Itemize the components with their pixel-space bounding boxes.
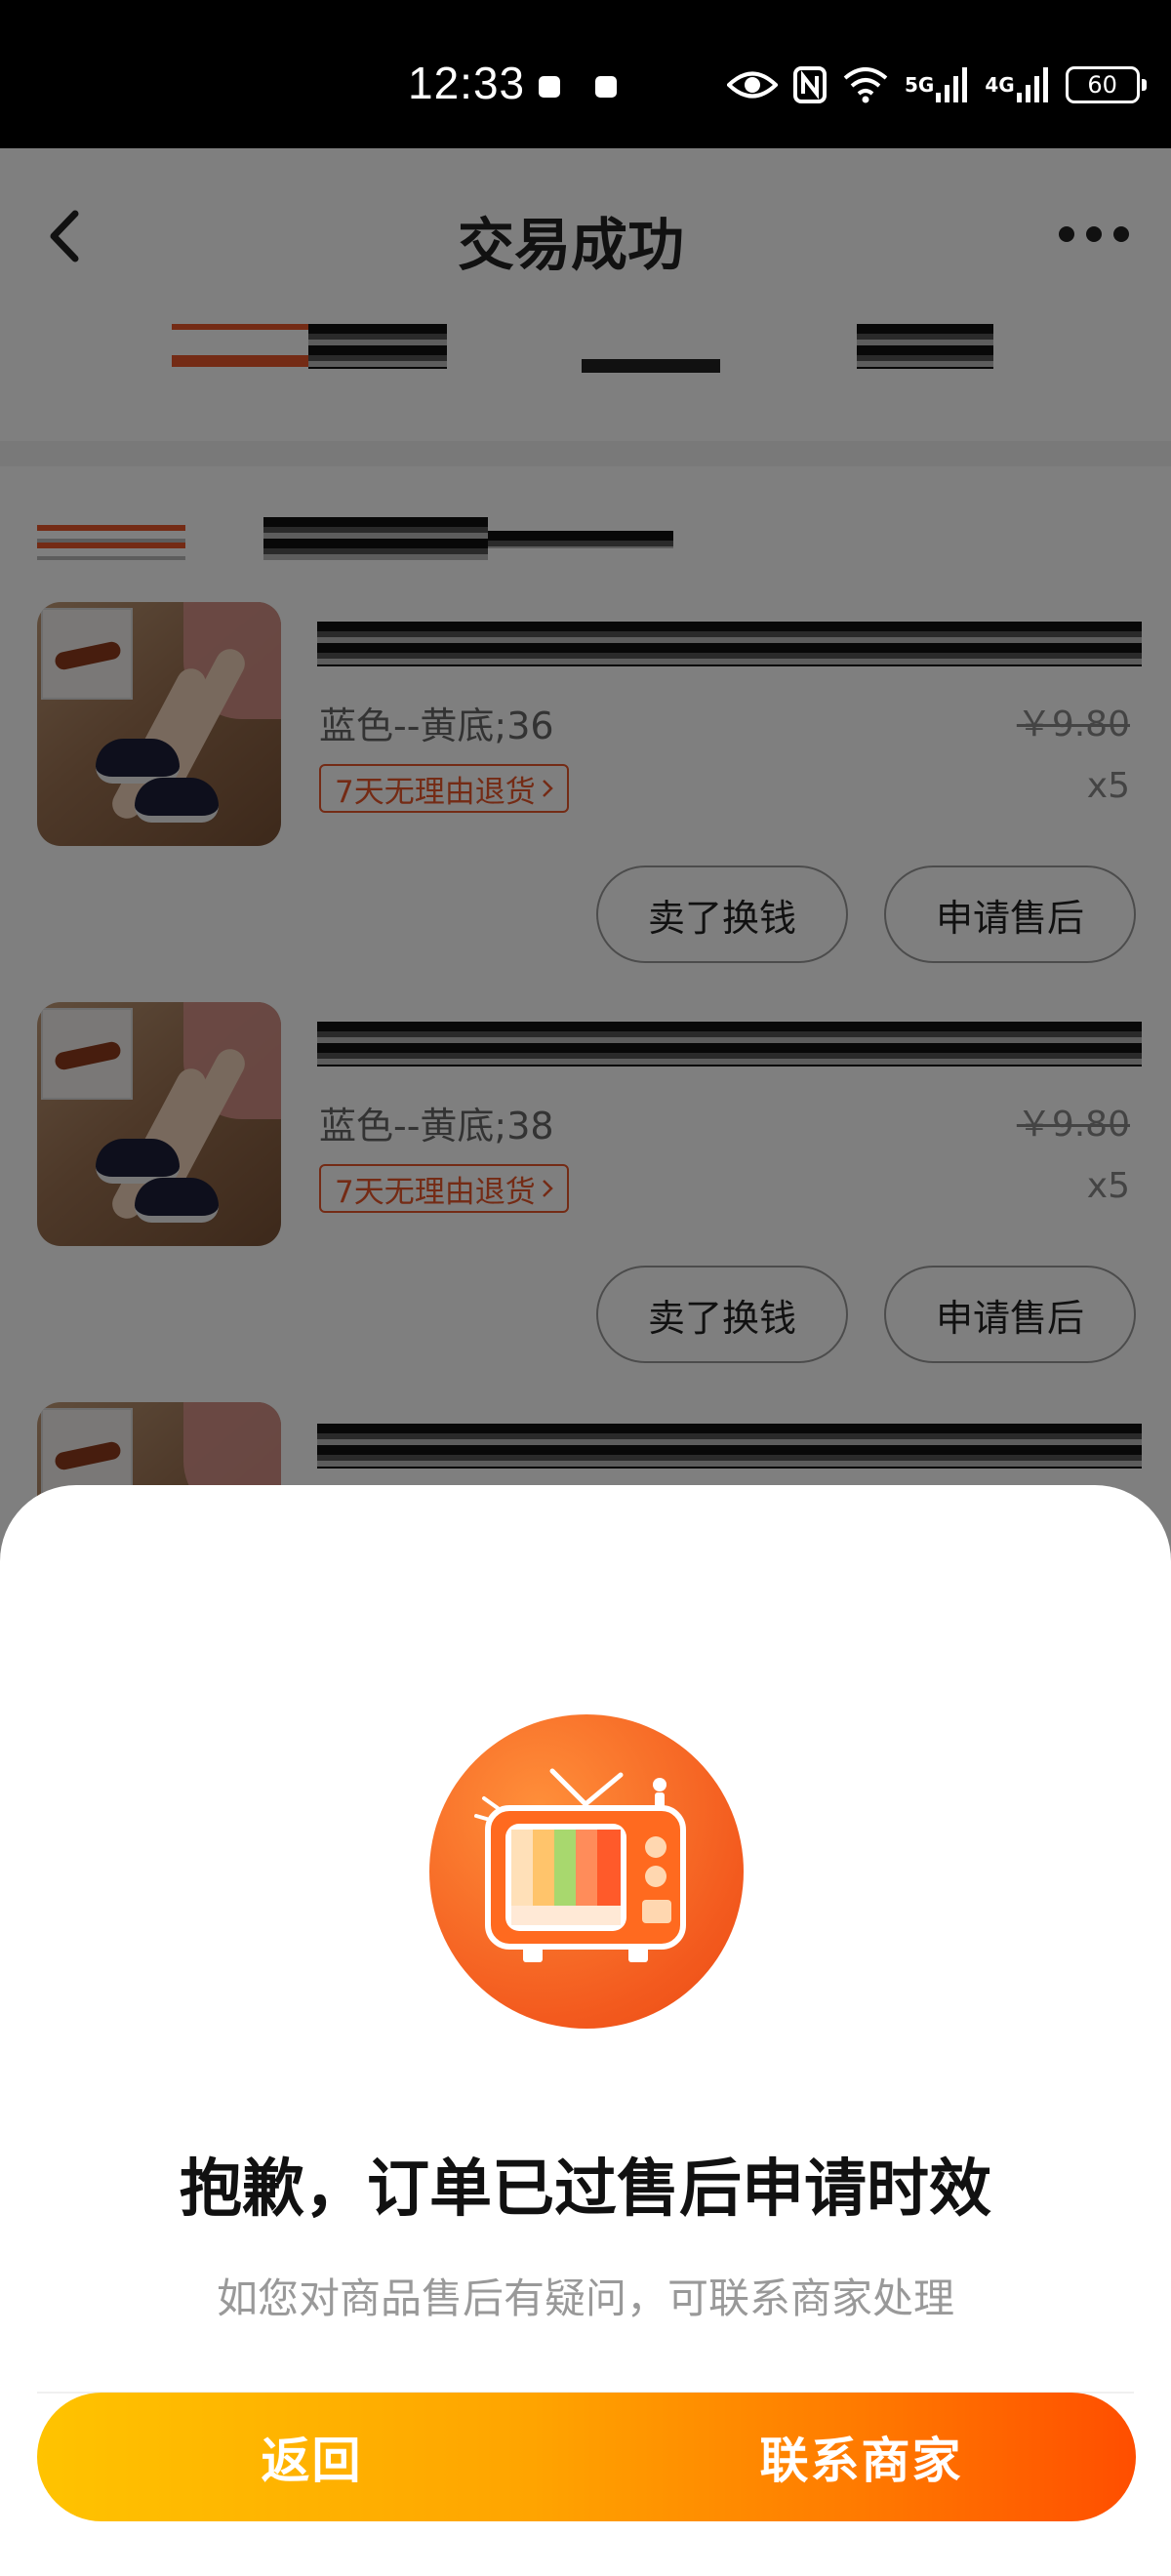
dialog-title: 抱歉，订单已过售后申请时效 bbox=[180, 2153, 991, 2226]
status-icons: 5G 4G 60 bbox=[727, 60, 1147, 109]
dialog-button-group: 返回 联系商家 bbox=[37, 2393, 1136, 2521]
network-label-5g: 5G bbox=[905, 73, 935, 97]
network-label-4g: 4G bbox=[985, 73, 1015, 97]
app-notification-icon bbox=[539, 76, 560, 98]
battery-icon: 60 bbox=[1065, 66, 1147, 103]
signal-5g-icon: 5G bbox=[905, 65, 969, 104]
status-time: 12:33 bbox=[408, 58, 526, 108]
eye-icon bbox=[727, 65, 778, 104]
app-notification-icon bbox=[595, 76, 617, 98]
wifi-icon bbox=[842, 65, 889, 104]
battery-level: 60 bbox=[1087, 71, 1117, 99]
contact-merchant-button[interactable]: 联系商家 bbox=[586, 2393, 1136, 2521]
dialog-subtitle: 如您对商品售后有疑问，可联系商家处理 bbox=[216, 2274, 954, 2322]
tv-illustration-icon bbox=[429, 1714, 744, 2029]
signal-4g-icon: 4G bbox=[985, 65, 1049, 104]
aftersale-expired-dialog: 抱歉，订单已过售后申请时效 如您对商品售后有疑问，可联系商家处理 返回 联系商家 bbox=[0, 1485, 1171, 2576]
back-button[interactable]: 返回 bbox=[37, 2393, 586, 2521]
status-bar: 12:33 5G 4G 60 bbox=[0, 0, 1171, 148]
nfc-icon bbox=[793, 65, 827, 104]
notification-icons bbox=[539, 76, 617, 98]
